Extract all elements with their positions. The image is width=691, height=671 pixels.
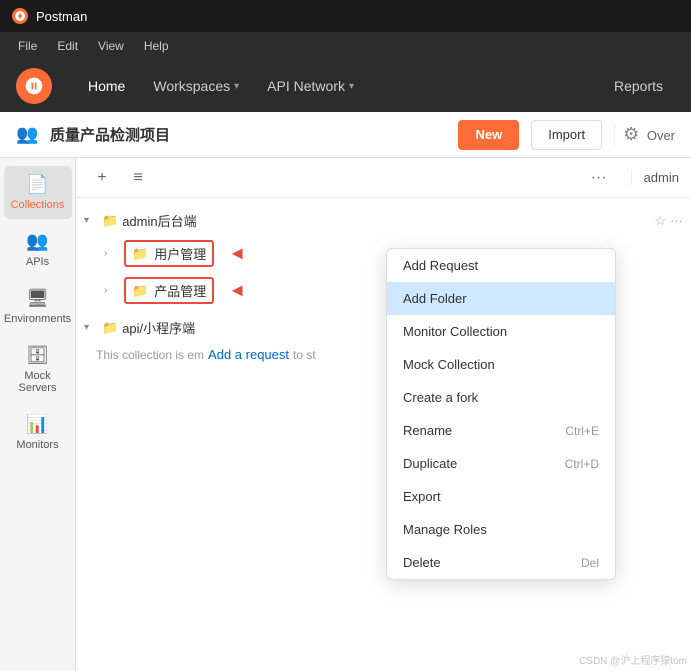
collection-api-chevron: ▾: [84, 322, 98, 333]
folder-icon-2: 📁: [132, 283, 148, 299]
folder-product-management-box: 📁 产品管理: [124, 277, 214, 304]
content-panel: + ≡ ··· admin ▾ 📁 admin后台端 ☆ ··· › 📁 用户管…: [76, 158, 691, 671]
menu-edit[interactable]: Edit: [49, 37, 86, 55]
menu-help[interactable]: Help: [136, 37, 177, 55]
menu-view[interactable]: View: [90, 37, 132, 55]
postman-logo-icon: [12, 8, 28, 24]
context-manage-roles[interactable]: Manage Roles: [387, 513, 615, 546]
apis-icon: 👥: [26, 231, 48, 252]
context-rename[interactable]: Rename Ctrl+E: [387, 414, 615, 447]
main-layout: 📄 Collections 👥 APIs 🖥 Environments 🗄 Mo…: [0, 158, 691, 671]
import-button[interactable]: Import: [531, 120, 602, 150]
sidebar-monitors-label: Monitors: [16, 439, 58, 451]
context-menu: Add Request Add Folder Monitor Collectio…: [386, 248, 616, 580]
api-network-chevron-icon: ▾: [349, 81, 354, 92]
add-request-link[interactable]: Add a request: [208, 347, 289, 362]
folder-product-label: 产品管理: [154, 281, 206, 300]
header: Home Workspaces ▾ API Network ▾ Reports: [0, 60, 691, 112]
collection-admin[interactable]: ▾ 📁 admin后台端 ☆ ···: [76, 206, 691, 235]
nav-workspaces[interactable]: Workspaces ▾: [141, 72, 251, 100]
nav-reports[interactable]: Reports: [602, 72, 675, 100]
collection-admin-folder-icon: 📁: [102, 213, 118, 229]
collection-admin-label: admin后台端: [122, 211, 650, 230]
sidebar-mock-servers-label: Mock Servers: [8, 370, 68, 394]
sidebar-apis-label: APIs: [26, 256, 49, 268]
sidebar-collections-label: Collections: [11, 199, 65, 211]
toolbar-more-button[interactable]: ···: [591, 169, 607, 187]
environments-icon: 🖥: [26, 288, 49, 309]
arrow-right-1: ◄: [228, 243, 246, 264]
collections-toolbar: + ≡ ··· admin: [76, 158, 691, 198]
folder-user-label: 用户管理: [154, 244, 206, 263]
postman-header-logo[interactable]: [16, 68, 52, 104]
filter-button[interactable]: ≡: [124, 164, 152, 192]
sidebar-environments-label: Environments: [4, 313, 71, 325]
workspace-bar: 👥 质量产品检测项目 New Import ⚙ Over: [0, 112, 691, 158]
sidebar-item-monitors[interactable]: 📊 Monitors: [4, 406, 72, 459]
new-button[interactable]: New: [458, 120, 519, 150]
nav-api-network[interactable]: API Network ▾: [255, 72, 366, 100]
context-export[interactable]: Export: [387, 480, 615, 513]
collection-admin-star-icon[interactable]: ☆: [654, 213, 666, 229]
folder-user-management-box: 📁 用户管理: [124, 240, 214, 267]
add-collection-button[interactable]: +: [88, 164, 116, 192]
header-nav: Home Workspaces ▾ API Network ▾: [76, 72, 578, 100]
sidebar-item-mock-servers[interactable]: 🗄 Mock Servers: [4, 337, 72, 402]
sidebar-item-collections[interactable]: 📄 Collections: [4, 166, 72, 219]
arrow-right-2: ◄: [228, 280, 246, 301]
nav-home[interactable]: Home: [76, 72, 137, 100]
folder-chevron-2: ›: [104, 285, 118, 296]
context-add-request[interactable]: Add Request: [387, 249, 615, 282]
collection-api-folder-icon: 📁: [102, 320, 118, 336]
workspace-title: 质量产品检测项目: [50, 124, 446, 145]
watermark: CSDN @沪上程序猿tom: [579, 652, 687, 667]
mock-servers-icon: 🗄: [26, 345, 49, 366]
sidebar-item-apis[interactable]: 👥 APIs: [4, 223, 72, 276]
workspace-overflow: ⚙ Over: [614, 124, 675, 145]
collection-admin-chevron: ▾: [84, 215, 98, 226]
context-duplicate[interactable]: Duplicate Ctrl+D: [387, 447, 615, 480]
admin-label: admin: [631, 170, 679, 185]
sidebar: 📄 Collections 👥 APIs 🖥 Environments 🗄 Mo…: [0, 158, 76, 671]
sidebar-item-environments[interactable]: 🖥 Environments: [4, 280, 72, 333]
context-add-folder[interactable]: Add Folder: [387, 282, 615, 315]
context-monitor-collection[interactable]: Monitor Collection: [387, 315, 615, 348]
app-title: Postman: [36, 9, 87, 24]
workspaces-chevron-icon: ▾: [234, 81, 239, 92]
collections-icon: 📄: [26, 174, 48, 195]
folder-icon-1: 📁: [132, 246, 148, 262]
title-bar: Postman: [0, 0, 691, 32]
menu-file[interactable]: File: [10, 37, 45, 55]
collection-admin-more-icon[interactable]: ···: [670, 213, 683, 228]
folder-chevron-1: ›: [104, 248, 118, 259]
monitors-icon: 📊: [26, 414, 48, 435]
workspace-people-icon: 👥: [16, 124, 38, 146]
context-create-fork[interactable]: Create a fork: [387, 381, 615, 414]
menu-bar: File Edit View Help: [0, 32, 691, 60]
context-mock-collection[interactable]: Mock Collection: [387, 348, 615, 381]
context-delete[interactable]: Delete Del: [387, 546, 615, 579]
overflow-icon: ⚙: [623, 124, 639, 144]
